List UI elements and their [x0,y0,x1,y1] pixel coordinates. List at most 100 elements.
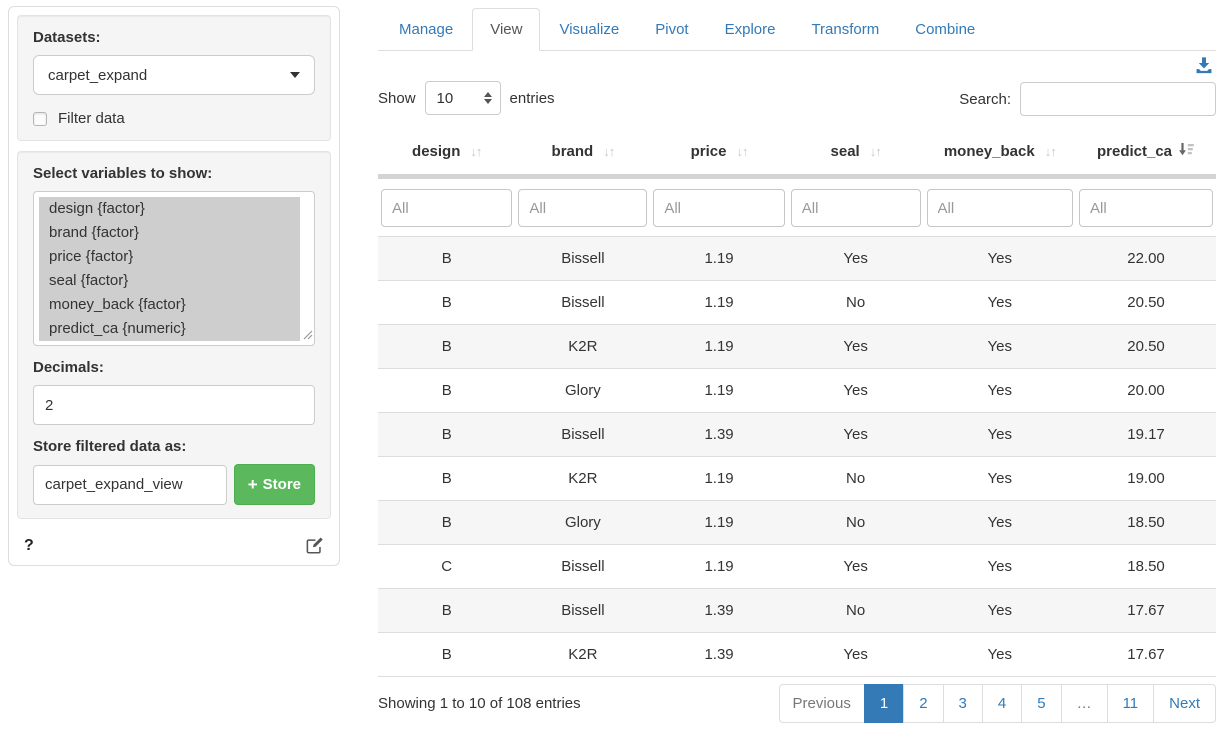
report-edit-icon[interactable] [305,536,324,555]
column-header-seal[interactable]: seal↓↑ [788,132,924,177]
tab-manage[interactable]: Manage [382,9,470,50]
variables-listbox[interactable]: design {factor} brand {factor} price {fa… [33,191,315,346]
filter-cell [650,177,787,237]
cell: 20.00 [1076,369,1216,413]
data-table: design↓↑ brand ↓↑ price ↓↑ seal↓↑ money_ba… [378,132,1216,677]
variable-option[interactable]: price {factor} [39,245,300,269]
cell: K2R [515,325,650,369]
column-label: price [691,143,727,160]
filter-input-price[interactable] [653,189,784,227]
tab-view[interactable]: View [472,8,540,51]
variable-option[interactable]: predict_ca {numeric} [39,317,300,341]
cell: C [378,545,515,589]
table-row: B Glory 1.19 No Yes 18.50 [378,501,1216,545]
sort-icon[interactable]: ↓↑ [1045,144,1056,159]
store-name-input[interactable] [33,465,227,505]
cell: No [788,589,924,633]
tab-pivot[interactable]: Pivot [638,9,705,50]
filter-input-seal[interactable] [791,189,921,227]
decimals-input[interactable] [33,385,315,425]
cell: B [378,281,515,325]
variable-option[interactable]: seal {factor} [39,269,300,293]
table-row: B Bissell 1.39 Yes Yes 19.17 [378,413,1216,457]
cell: 19.00 [1076,457,1216,501]
column-header-design[interactable]: design↓↑ [378,132,515,177]
pagination-previous[interactable]: Previous [779,684,865,723]
pagination-page-4[interactable]: 4 [982,684,1022,723]
cell: Yes [924,369,1077,413]
sidebar-footer: ? [17,528,331,557]
cell: Yes [924,237,1077,281]
filter-input-predict-ca[interactable] [1079,189,1213,227]
filter-cell [788,177,924,237]
radiant-app: Datasets: carpet_expand Filter data Sele… [0,0,1222,751]
help-button[interactable]: ? [24,537,34,555]
variable-option[interactable]: money_back {factor} [39,293,300,317]
tab-explore[interactable]: Explore [708,9,793,50]
cell: Yes [924,413,1077,457]
variable-option[interactable]: brand {factor} [39,221,300,245]
column-header-brand[interactable]: brand ↓↑ [515,132,650,177]
main-content: Manage View Visualize Pivot Explore Tran… [340,0,1222,751]
filter-cell [1076,177,1216,237]
filter-input-brand[interactable] [518,189,647,227]
view-options-panel: Select variables to show: design {factor… [17,151,331,519]
cell: B [378,413,515,457]
cell: B [378,369,515,413]
right-controls: Search: [959,56,1216,116]
cell: 1.19 [650,457,787,501]
sort-icon[interactable]: ↓↑ [870,144,881,159]
column-label: brand [552,143,594,160]
filter-input-design[interactable] [381,189,512,227]
table-row: B K2R 1.19 Yes Yes 20.50 [378,325,1216,369]
column-header-money-back[interactable]: money_back↓↑ [924,132,1077,177]
cell: Yes [788,237,924,281]
resize-handle-icon[interactable] [303,327,313,344]
cell: Bissell [515,281,650,325]
cell: 22.00 [1076,237,1216,281]
tab-transform[interactable]: Transform [794,9,896,50]
tab-combine[interactable]: Combine [898,9,992,50]
filter-data-checkbox[interactable] [33,112,47,126]
dataset-select[interactable]: carpet_expand [33,55,315,95]
search-group: Search: [959,82,1216,116]
cell: Yes [788,325,924,369]
cell: Yes [924,633,1077,677]
variable-option[interactable]: design {factor} [39,197,300,221]
cell: 1.19 [650,501,787,545]
cell: Glory [515,501,650,545]
search-input[interactable] [1020,82,1216,116]
filter-input-money-back[interactable] [927,189,1074,227]
filter-cell [515,177,650,237]
header-row: design↓↑ brand ↓↑ price ↓↑ seal↓↑ money_ba… [378,132,1216,177]
sort-icon[interactable]: ↓↑ [603,144,614,159]
table-row: B Bissell 1.19 No Yes 20.50 [378,281,1216,325]
pagination-page-1[interactable]: 1 [864,684,904,723]
sort-icon[interactable]: ↓↑ [736,144,747,159]
cell: Yes [924,545,1077,589]
store-button[interactable]: + Store [234,464,315,505]
pagination-page-2[interactable]: 2 [903,684,943,723]
cell: Bissell [515,237,650,281]
pagination-page-5[interactable]: 5 [1021,684,1061,723]
cell: No [788,501,924,545]
cell: Yes [788,545,924,589]
sort-descending-icon[interactable] [1178,142,1195,161]
select-variables-label: Select variables to show: [33,165,315,182]
filter-data-checkbox-row[interactable]: Filter data [33,110,315,127]
pagination-page-11[interactable]: 11 [1107,684,1155,723]
pagination-page-3[interactable]: 3 [943,684,983,723]
column-header-predict-ca[interactable]: predict_ca [1076,132,1216,177]
pagination-next[interactable]: Next [1153,684,1216,723]
cell: 17.67 [1076,633,1216,677]
sort-icon[interactable]: ↓↑ [470,144,481,159]
cell: 18.50 [1076,501,1216,545]
column-header-price[interactable]: price ↓↑ [650,132,787,177]
page-length-select[interactable]: 10 [425,81,501,115]
cell: Glory [515,369,650,413]
tab-visualize[interactable]: Visualize [542,9,636,50]
table-controls: Show 10 entries Search: [378,56,1216,116]
plus-icon: + [248,475,258,495]
download-icon[interactable] [1194,56,1214,75]
datasets-label: Datasets: [33,29,315,46]
